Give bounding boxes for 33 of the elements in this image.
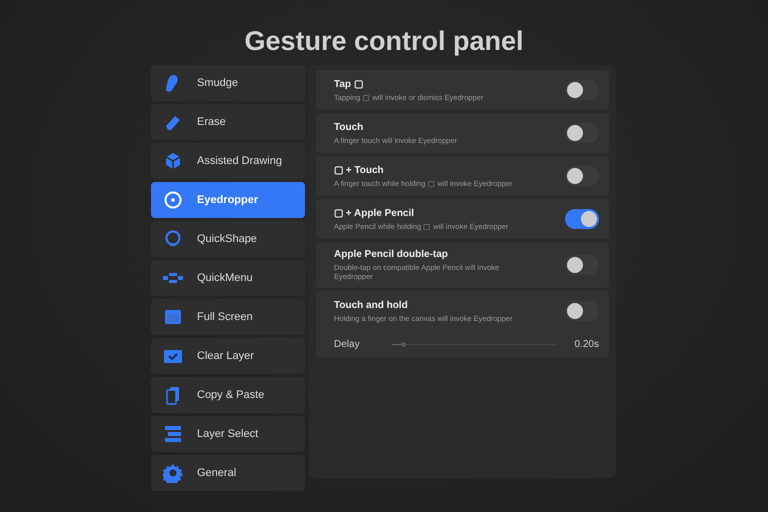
sidebar-item[interactable]: QuickShape [151,221,305,257]
delay-label: Delay [334,339,360,350]
ring-icon [163,229,183,249]
sidebar-item[interactable]: Clear Layer [151,338,305,374]
setting-title: ▢ + Apple Pencil [334,207,416,219]
setting-title: Tap ▢ [334,78,364,90]
sidebar-item[interactable]: Smudge [151,65,305,101]
cube-icon [163,151,183,171]
delay-value: 0.20s [574,339,599,350]
layers-icon [163,424,183,444]
slider-thumb[interactable] [401,342,406,347]
setting-title: Touch [334,122,364,132]
sidebar-item[interactable]: General [151,455,305,491]
target-icon [163,190,183,210]
toggle-switch[interactable] [565,301,599,321]
setting-title: Apple Pencil double-tap [334,249,449,260]
sidebar-item[interactable]: Copy & Paste [151,377,305,413]
sidebar-item[interactable]: Assisted Drawing [151,143,305,179]
sidebar-item[interactable]: Layer Select [151,416,305,452]
settings-icon [163,463,183,483]
toggle-switch[interactable] [565,166,599,186]
sidebar-item[interactable]: Full Screen [151,299,305,335]
sidebar-item[interactable]: Eyedropper [151,182,305,218]
window-icon [163,307,183,327]
page-title: Gesture control panel [244,26,524,57]
setting-title: ▢ + Touch [334,164,385,176]
toggle-switch[interactable] [565,80,599,100]
toggle-switch[interactable] [565,123,599,143]
sidebar-item[interactable]: Erase [151,104,305,140]
setting-title: Touch and hold [334,300,409,310]
toggle-switch[interactable] [565,255,599,275]
sidebar-item[interactable]: QuickMenu [151,260,305,296]
toggle-switch[interactable] [565,209,599,229]
